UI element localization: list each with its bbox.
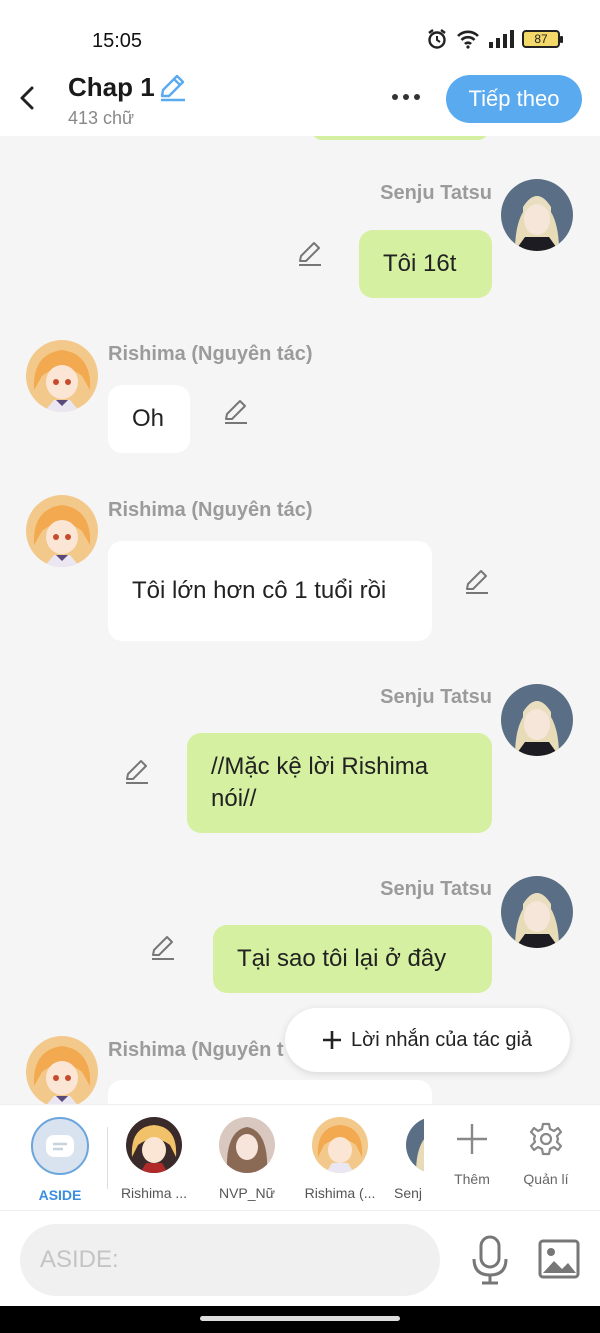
sender-name: Senju Tatsu (380, 182, 492, 204)
message-input[interactable] (20, 1224, 440, 1296)
more-options-button[interactable] (386, 80, 426, 114)
signal-icon (489, 30, 514, 48)
character-rishima-2[interactable]: Rishima (... (295, 1117, 385, 1201)
next-button[interactable]: Tiếp theo (446, 75, 582, 123)
input-bar (0, 1210, 600, 1306)
message-bubble[interactable]: Tôi lớn hơn cô 1 tuổi rồi (108, 541, 432, 641)
image-icon[interactable] (538, 1239, 580, 1279)
character-label: Senj (394, 1185, 423, 1201)
sender-name: Rishima (Nguyên tác) (108, 499, 313, 521)
plus-icon (323, 1031, 341, 1049)
sender-name: Senju Tatsu (380, 686, 492, 708)
home-indicator[interactable] (200, 1316, 400, 1321)
alarm-icon (428, 29, 446, 49)
message-bubble[interactable]: Tôi 16t (359, 230, 492, 298)
chat-area[interactable]: Senju Tatsu Tôi 16t Rishima (Nguyên tác)… (0, 136, 600, 1104)
avatar (219, 1117, 275, 1173)
character-bar: ASIDE Rishima ... NVP_Nữ Rishima (... Se… (0, 1104, 600, 1210)
avatar (312, 1117, 368, 1173)
avatar-senju[interactable] (501, 179, 573, 251)
avatar-rishima[interactable] (26, 1036, 98, 1104)
edit-message-icon[interactable] (123, 758, 151, 786)
author-note-label: Lời nhắn của tác giả (351, 1028, 533, 1051)
message-bubble[interactable] (108, 1080, 432, 1104)
gear-icon (529, 1122, 563, 1156)
avatar-senju[interactable] (501, 684, 573, 756)
character-nvp-nu[interactable]: NVP_Nữ (202, 1117, 292, 1201)
sender-name: Senju Tatsu (380, 878, 492, 900)
message-bubble[interactable]: //Mặc kệ lời Rishima nói// (187, 733, 492, 833)
edit-message-icon[interactable] (222, 398, 250, 426)
add-label: Thêm (454, 1171, 490, 1187)
character-rishima-1[interactable]: Rishima ... (109, 1117, 199, 1201)
character-aside[interactable]: ASIDE (15, 1117, 105, 1203)
divider (107, 1127, 108, 1189)
character-label: ASIDE (38, 1187, 82, 1203)
avatar (126, 1117, 182, 1173)
author-note-button[interactable]: Lời nhắn của tác giả (285, 1008, 570, 1072)
back-button[interactable] (12, 80, 44, 116)
character-label: Rishima (... (304, 1185, 376, 1201)
avatar-senju[interactable] (501, 876, 573, 948)
partial-bubble (312, 136, 488, 140)
sender-name: Rishima (Nguyên t (108, 1039, 284, 1061)
word-count: 413 chữ (68, 108, 135, 128)
character-senju[interactable]: Senj (388, 1117, 424, 1201)
message-bubble[interactable]: Tại sao tôi lại ở đây (213, 925, 492, 993)
edit-message-icon[interactable] (463, 568, 491, 596)
system-nav-bar (0, 1306, 600, 1333)
plus-icon (457, 1124, 487, 1154)
header: Chap 1 413 chữ Tiếp theo (0, 66, 600, 136)
sender-name: Rishima (Nguyên tác) (108, 343, 313, 365)
aside-icon (31, 1117, 89, 1175)
avatar-rishima[interactable] (26, 340, 98, 412)
character-label: Rishima ... (120, 1185, 188, 1201)
edit-title-icon[interactable] (157, 74, 187, 102)
avatar (406, 1117, 424, 1173)
manage-label: Quản lí (523, 1171, 569, 1187)
battery-indicator: 87 (522, 30, 563, 48)
status-bar: 15:05 87 (0, 0, 600, 66)
character-label: NVP_Nữ (218, 1185, 276, 1201)
microphone-icon[interactable] (470, 1235, 510, 1285)
avatar-rishima[interactable] (26, 495, 98, 567)
add-character-button[interactable]: Thêm (442, 1119, 502, 1187)
edit-message-icon[interactable] (149, 934, 177, 962)
message-bubble[interactable]: Oh (108, 385, 190, 453)
chapter-title: Chap 1 (68, 72, 155, 102)
manage-button[interactable]: Quản lí (516, 1119, 576, 1187)
status-icons: 87 (426, 28, 563, 50)
status-time: 15:05 (92, 30, 143, 52)
wifi-icon (457, 30, 479, 49)
edit-message-icon[interactable] (296, 240, 324, 268)
